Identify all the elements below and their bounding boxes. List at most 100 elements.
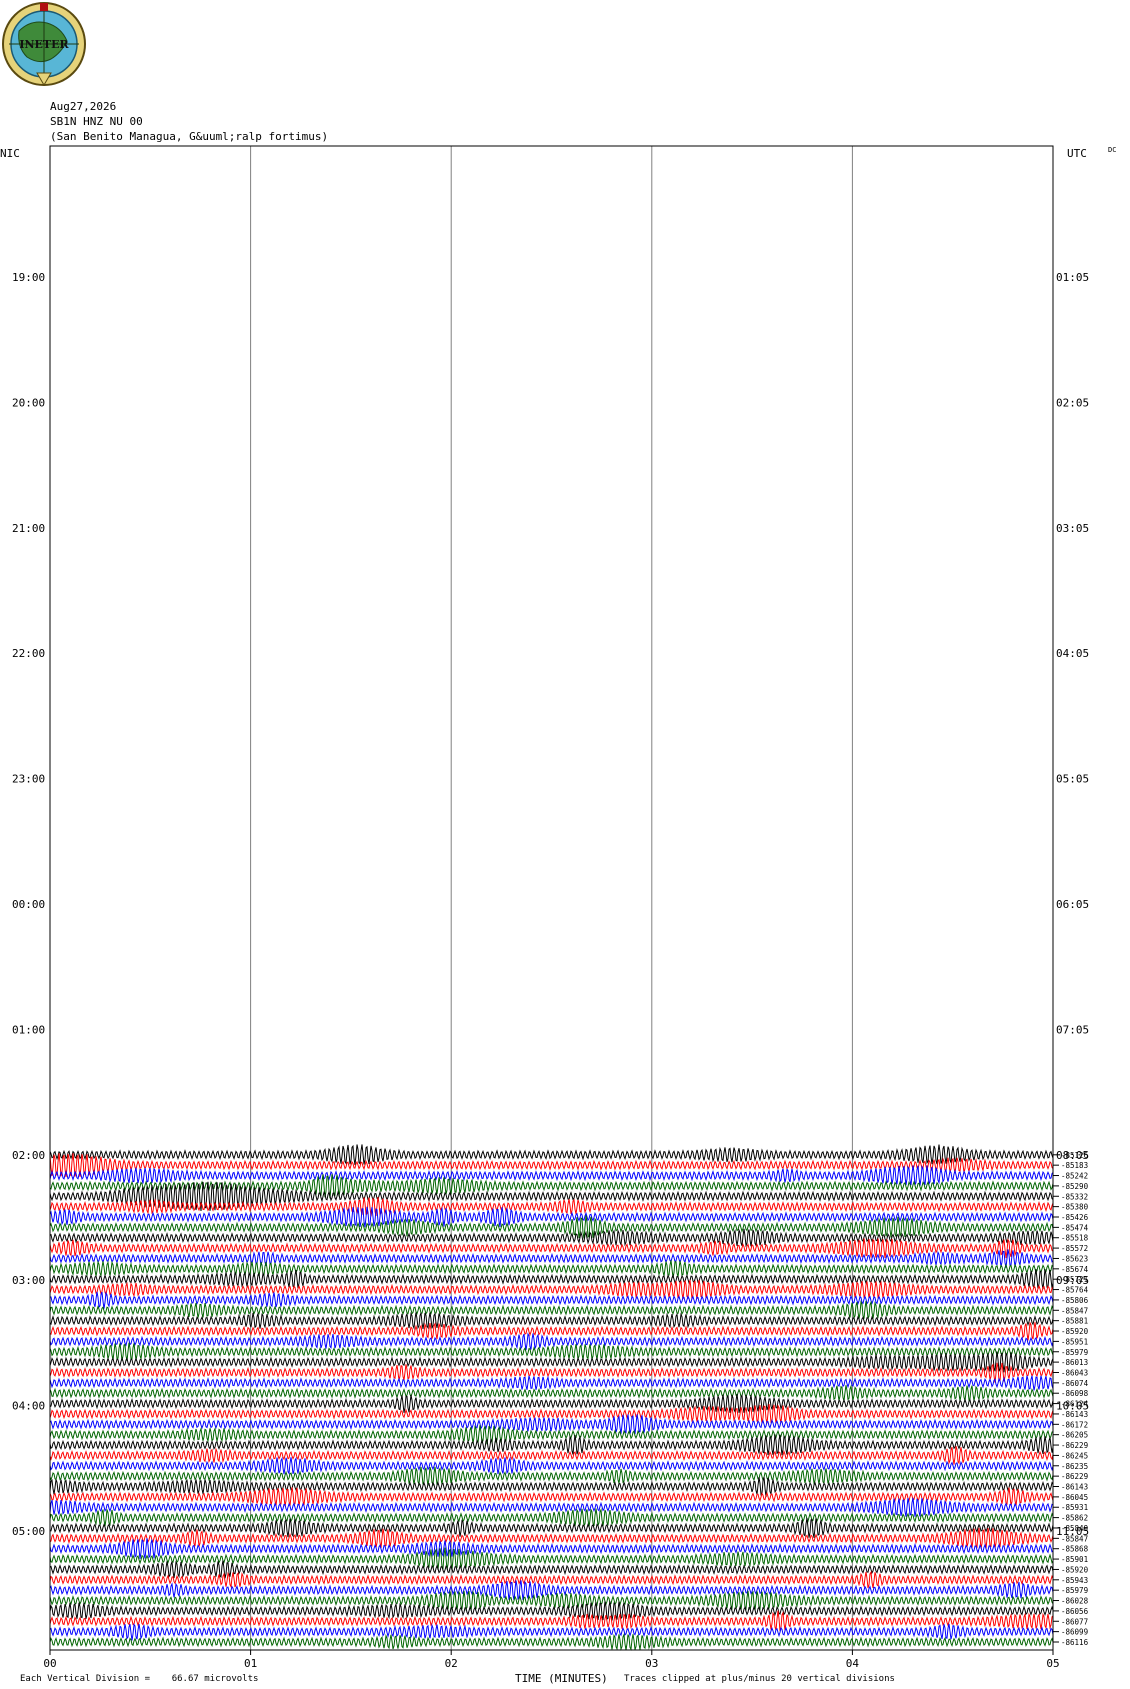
trace-dc-label: -86124 xyxy=(1061,1400,1089,1409)
clip-note: Traces clipped at plus/minus 20 vertical… xyxy=(624,1674,895,1684)
seismic-trace xyxy=(49,1260,1054,1278)
trace-dc-label: -86245 xyxy=(1061,1451,1088,1460)
x-tick-label: 04 xyxy=(846,1657,860,1670)
trace-dc-label: -86235 xyxy=(1061,1462,1088,1471)
utc-hour-label: 03:05 xyxy=(1056,522,1089,535)
utc-hour-label: 01:05 xyxy=(1056,271,1089,284)
trace-dc-label: -85943 xyxy=(1061,1576,1088,1585)
trace-dc-label: -85847 xyxy=(1061,1534,1088,1543)
seismic-trace xyxy=(49,1332,1054,1351)
trace-dc-label: -85920 xyxy=(1061,1327,1089,1336)
helicorder-plot: 19:00 20:00 21:00 22:00 23:00 00:00 01:00 02:00… xyxy=(0,145,1116,1670)
seismic-trace xyxy=(49,1560,1054,1579)
trace-dc-label: -85290 xyxy=(1061,1182,1089,1191)
trace-dc-label: -85572 xyxy=(1061,1244,1088,1253)
trace-dc-label: -85674 xyxy=(1061,1265,1089,1274)
trace-dc-label: -86098 xyxy=(1061,1389,1089,1398)
seismic-trace xyxy=(49,1507,1054,1528)
trace-dc-label: -85242 xyxy=(1061,1172,1088,1181)
trace-dc-label: -85332 xyxy=(1061,1192,1088,1201)
seismic-trace xyxy=(49,1144,1054,1166)
trace-dc-label: -86074 xyxy=(1061,1379,1089,1388)
trace-dc-label: -85126 xyxy=(1061,1151,1089,1160)
nic-hour-label: 05:00 xyxy=(12,1525,45,1538)
nic-hour-label: 00:00 xyxy=(12,898,45,911)
header-date: Aug27,2026 xyxy=(50,100,117,113)
trace-dc-label: -86099 xyxy=(1061,1628,1088,1637)
nic-axis-title: NIC xyxy=(0,147,20,160)
x-axis-ticks: 00 01 02 03 04 05 xyxy=(43,1650,1060,1670)
nic-hour-label: 19:00 xyxy=(12,271,45,284)
utc-hour-label: 05:05 xyxy=(1056,773,1089,786)
dc-label: DC xyxy=(1108,146,1116,154)
trace-dc-label: -85951 xyxy=(1061,1337,1088,1346)
utc-hour-label: 04:05 xyxy=(1056,647,1089,660)
trace-dc-label: -86172 xyxy=(1061,1420,1088,1429)
trace-dc-label: -85979 xyxy=(1061,1348,1088,1357)
seismic-trace xyxy=(49,1384,1054,1402)
trace-dc-label: -86143 xyxy=(1061,1483,1088,1492)
trace-dc-label: -85862 xyxy=(1061,1514,1088,1523)
nic-hour-label: 02:00 xyxy=(12,1149,45,1162)
trace-dc-label: -85380 xyxy=(1061,1203,1089,1212)
nic-hour-label: 23:00 xyxy=(12,773,45,786)
seismic-trace xyxy=(49,1312,1054,1330)
seismic-traces xyxy=(49,1144,1054,1651)
trace-dc-label: -86013 xyxy=(1061,1358,1088,1367)
seismic-trace xyxy=(49,1632,1054,1651)
trace-dc-label: -86116 xyxy=(1061,1638,1089,1647)
utc-hour-label: 06:05 xyxy=(1056,898,1089,911)
nic-hour-label: 22:00 xyxy=(12,647,45,660)
x-tick-label: 02 xyxy=(445,1657,458,1670)
trace-dc-label: -85806 xyxy=(1061,1296,1089,1305)
trace-dc-label: -86045 xyxy=(1061,1493,1088,1502)
x-axis-title: TIME (MINUTES) xyxy=(515,1672,608,1685)
trace-dc-label: -85931 xyxy=(1061,1503,1088,1512)
utc-hour-label: 02:05 xyxy=(1056,396,1089,409)
trace-dc-label: -85426 xyxy=(1061,1213,1089,1222)
trace-dc-label: -86143 xyxy=(1061,1410,1088,1419)
trace-dc-label: -85474 xyxy=(1061,1223,1089,1232)
header-location: (San Benito Managua, G&uuml;ralp fortimu… xyxy=(50,130,329,143)
trace-dc-label: -85979 xyxy=(1061,1586,1088,1595)
x-tick-label: 05 xyxy=(1046,1657,1059,1670)
trace-dc-label: -85183 xyxy=(1061,1161,1088,1170)
trace-dc-label: -85849 xyxy=(1061,1524,1088,1533)
seismic-trace xyxy=(49,1322,1054,1341)
nic-hour-label: 21:00 xyxy=(12,522,45,535)
nic-hour-label: 01:00 xyxy=(12,1023,45,1036)
trace-dc-label: -85847 xyxy=(1061,1306,1088,1315)
trace-dc-label: -85623 xyxy=(1061,1254,1088,1263)
trace-dc-label: -85868 xyxy=(1061,1545,1089,1554)
trace-dc-label: -85721 xyxy=(1061,1275,1088,1284)
nic-hour-label: 20:00 xyxy=(12,396,45,409)
trace-dc-label: -86205 xyxy=(1061,1431,1088,1440)
x-tick-label: 03 xyxy=(645,1657,658,1670)
logo-text: INETER xyxy=(19,38,69,51)
trace-dc-label: -86229 xyxy=(1061,1472,1088,1481)
seismic-trace xyxy=(49,1299,1054,1320)
nic-hour-label: 03:00 xyxy=(12,1274,45,1287)
seismic-trace xyxy=(49,1342,1054,1361)
utc-axis-title: UTC xyxy=(1067,147,1087,160)
seismic-trace xyxy=(49,1466,1054,1487)
trace-dc-label: -85518 xyxy=(1061,1234,1089,1243)
seismic-trace xyxy=(49,1497,1054,1517)
nic-hour-label: 04:00 xyxy=(12,1400,45,1413)
header-station: SB1N HNZ NU 00 xyxy=(50,115,143,128)
seismic-trace xyxy=(49,1570,1054,1589)
ineter-logo: INETER xyxy=(2,2,86,86)
seismic-trace xyxy=(49,1393,1054,1414)
seismic-trace xyxy=(49,1446,1054,1465)
trace-dc-label: -86077 xyxy=(1061,1617,1088,1626)
trace-dc-label: -86229 xyxy=(1061,1441,1088,1450)
trace-dc-label: -86056 xyxy=(1061,1607,1089,1616)
nic-time-labels: 19:00 20:00 21:00 22:00 23:00 00:00 01:00 02:00… xyxy=(12,271,45,1538)
trace-dc-label: -85920 xyxy=(1061,1565,1089,1574)
trace-dc-label: -85881 xyxy=(1061,1317,1088,1326)
x-tick-label: 00 xyxy=(43,1657,56,1670)
scale-note: Each Vertical Division = 66.67 microvolt… xyxy=(20,1674,259,1684)
trace-dc-label: -85764 xyxy=(1061,1286,1089,1295)
x-tick-label: 01 xyxy=(244,1657,257,1670)
seismic-trace xyxy=(49,1375,1054,1391)
